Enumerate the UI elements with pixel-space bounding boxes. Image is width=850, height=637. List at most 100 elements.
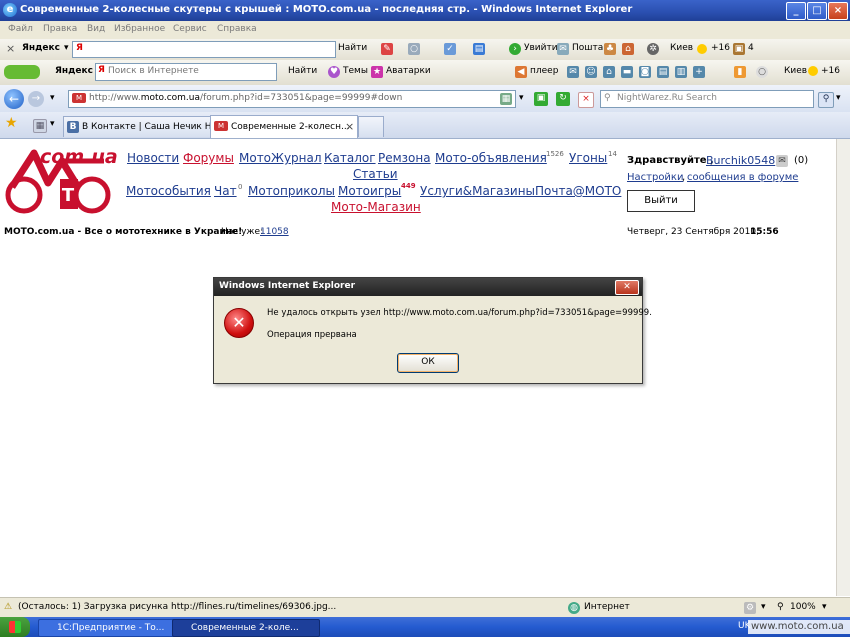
speaker-icon[interactable]: ◀ (515, 66, 527, 78)
avatars-button[interactable]: Аватарки (386, 66, 431, 76)
members-count-link[interactable]: 11058 (260, 227, 289, 237)
page-icon[interactable]: ▤ (473, 43, 485, 55)
find-button[interactable]: Найти (338, 43, 367, 53)
history-chevron-icon[interactable]: ▾ (50, 93, 55, 103)
tab-list-chevron-icon[interactable]: ▾ (50, 119, 55, 129)
close-window-button[interactable]: × (828, 2, 848, 20)
find-button-2[interactable]: Найти (288, 66, 317, 76)
nav-mail[interactable]: Почта@MOTO (535, 184, 621, 198)
username-link[interactable]: Burchik0548 (706, 154, 775, 167)
nav-thefts[interactable]: Угоны (569, 151, 607, 165)
check-icon[interactable]: ✓ (444, 43, 456, 55)
lock-icon[interactable]: ⚙ (744, 602, 756, 614)
folder-icon[interactable]: ▬ (621, 66, 633, 78)
menu-tools[interactable]: Сервис (173, 24, 207, 34)
address-chevron-icon[interactable]: ▾ (519, 93, 524, 103)
nav-articles[interactable]: Статьи (353, 167, 398, 181)
user-icon[interactable]: ☺ (585, 66, 597, 78)
close-toolbar-icon[interactable]: × (6, 42, 15, 55)
task-ie[interactable]: Современные 2-коле... (172, 619, 320, 637)
logout-button[interactable]: Выйти (627, 190, 695, 212)
menu-file[interactable]: Файл (8, 24, 33, 34)
nav-repair[interactable]: Ремзона (378, 151, 431, 165)
zoom-level[interactable]: 100% (790, 602, 816, 612)
tab-vkontakte[interactable]: В В Контакте | Саша Нечик Н... (63, 116, 220, 137)
nav-ads[interactable]: Мото-объявления (435, 151, 547, 165)
zoom-chevron-icon[interactable]: ▾ (761, 602, 766, 612)
tab-close-icon[interactable]: × (345, 120, 354, 133)
note-icon[interactable]: ▥ (675, 66, 687, 78)
gear-icon[interactable]: ✲ (647, 43, 659, 55)
menu-view[interactable]: Вид (87, 24, 105, 34)
nav-chat[interactable]: Чат (214, 184, 237, 198)
star-icon[interactable]: ★ (371, 66, 383, 78)
box-icon: ▣ (733, 43, 745, 55)
heart-icon[interactable]: ♥ (328, 66, 340, 78)
player-button[interactable]: плеер (530, 66, 558, 76)
search-chevron-icon[interactable]: ▾ (836, 93, 841, 103)
home-icon[interactable]: ⌂ (622, 43, 634, 55)
search-input[interactable]: ⚲ NightWarez.Ru Search (600, 90, 814, 108)
url-rest: /forum.php?id=733051&page=99999#down (200, 93, 403, 103)
menu-edit[interactable]: Правка (43, 24, 77, 34)
envelope-icon[interactable]: ✉ (567, 66, 579, 78)
mail-button[interactable]: Пошта (572, 43, 603, 53)
pencil-icon[interactable]: ✎ (381, 43, 393, 55)
minimize-button[interactable]: _ (786, 2, 806, 20)
ok-button[interactable]: ОК (397, 353, 459, 373)
menu-favorites[interactable]: Избранное (114, 24, 165, 34)
forward-arrow-icon[interactable]: → (28, 91, 44, 107)
vertical-scrollbar[interactable] (836, 139, 850, 596)
settings-link[interactable]: Настройки (627, 172, 683, 183)
nav-services[interactable]: Услуги&Магазины (420, 184, 535, 198)
dialog-titlebar: Windows Internet Explorer ✕ (214, 278, 642, 296)
zone-label: Интернет (584, 602, 630, 612)
nav-forums[interactable]: Форумы (183, 151, 234, 165)
tab-moto-current[interactable]: M Современные 2-колесн... × (210, 115, 358, 138)
nav-events[interactable]: Мотособытия (126, 184, 211, 198)
nav-motojournal[interactable]: МотоЖурнал (239, 151, 322, 165)
forum-messages-link[interactable]: сообщения в форуме (687, 172, 798, 183)
house-icon[interactable]: ⌂ (603, 66, 615, 78)
game-icon[interactable]: ♣ (604, 43, 616, 55)
doc-icon[interactable]: ▤ (657, 66, 669, 78)
mail-icon[interactable]: ✉ (557, 43, 569, 55)
task-1c[interactable]: 1С:Предприятие - То... (38, 619, 186, 637)
rss-icon[interactable]: ▣ (534, 92, 548, 106)
yandex-search-input[interactable]: Я (72, 41, 336, 58)
city-label-2: Киев (784, 66, 808, 76)
new-tab-button[interactable] (358, 116, 384, 137)
chevron-down-icon[interactable]: ▾ (64, 43, 69, 53)
plus-icon[interactable]: + (693, 66, 705, 78)
search-go-icon[interactable]: ⚲ (818, 92, 834, 108)
nav-news[interactable]: Новости (127, 151, 179, 165)
zoom-menu-chevron-icon[interactable]: ▾ (822, 602, 827, 612)
address-input[interactable]: M http://www.moto.com.ua/forum.php?id=73… (68, 90, 516, 108)
themes-button[interactable]: Темы (343, 66, 368, 76)
nav-jokes[interactable]: Мотоприколы (248, 184, 335, 198)
menu-help[interactable]: Справка (217, 24, 257, 34)
nav-catalog[interactable]: Каталог (324, 151, 376, 165)
login-button[interactable]: Увийти (524, 43, 558, 53)
comment-icon[interactable]: ○ (408, 43, 420, 55)
favorites-star-icon[interactable]: ★ (5, 115, 18, 131)
status-bar: ⚠ (Осталось: 1) Загрузка рисунка http://… (0, 597, 850, 618)
refresh-icon[interactable]: ↻ (556, 92, 570, 106)
nav-shop[interactable]: Мото-Магазин (331, 200, 421, 214)
camera-icon[interactable]: ◙ (639, 66, 651, 78)
start-button[interactable] (0, 617, 30, 637)
nav-games[interactable]: Мотоигры (338, 184, 401, 198)
compat-icon[interactable]: ▦ (500, 93, 512, 105)
bubble-icon[interactable]: ○ (756, 66, 768, 78)
login-icon[interactable]: › (509, 43, 521, 55)
user-mail-icon[interactable]: ✉ (776, 155, 788, 167)
dialog-close-button[interactable]: ✕ (615, 280, 639, 295)
maximize-button[interactable]: □ (807, 2, 827, 20)
back-arrow-icon[interactable]: ← (4, 89, 24, 109)
site-tagline: MOTO.com.ua - Все о мототехнике в Украин… (4, 227, 243, 237)
vk-icon: В (67, 121, 79, 133)
tabs-bar: ★ ▦ ▾ В В Контакте | Саша Нечик Н... M С… (0, 112, 850, 139)
stop-icon[interactable]: × (578, 92, 594, 108)
quick-tabs-icon[interactable]: ▦ (33, 119, 47, 133)
yandex-search-field[interactable]: Я Поиск в Интернете (95, 63, 277, 81)
